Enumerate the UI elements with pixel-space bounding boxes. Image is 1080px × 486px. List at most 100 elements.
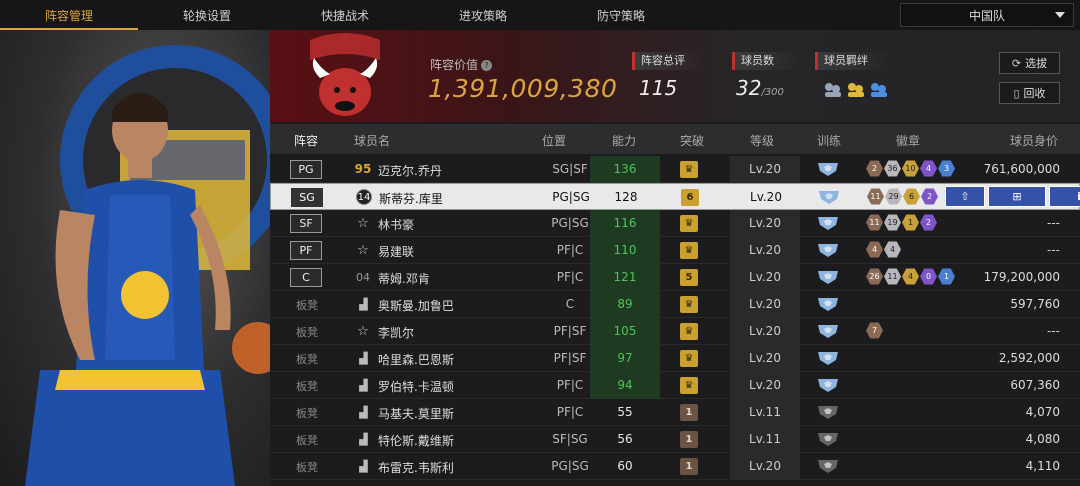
breakthrough-badge: 5: [680, 269, 698, 286]
top-nav: 阵容管理 轮换设置 快捷战术 进攻策略 防守策略 中国队: [0, 0, 1080, 30]
help-icon[interactable]: ?: [481, 60, 493, 71]
player-level: Lv.11: [730, 426, 800, 453]
player-salary: ---: [1047, 324, 1060, 338]
lineup-slot[interactable]: SF: [290, 214, 322, 233]
badge-medal: 3: [938, 160, 955, 177]
training-icon[interactable]: [817, 189, 841, 205]
player-count-label: 球员数: [732, 52, 802, 70]
player-name[interactable]: 布雷克.韦斯利: [378, 459, 454, 476]
badge-medal: 10: [902, 160, 919, 177]
table-row[interactable]: SF ☆ 林书豪 PG|SG 116 ♛ Lv.20 11 19 1 2 ---: [270, 210, 1080, 237]
signal-bars-icon: ▟: [359, 378, 367, 392]
player-name[interactable]: 李凯尔: [378, 324, 414, 341]
player-name[interactable]: 迈克尔.乔丹: [378, 162, 442, 179]
player-salary: ---: [1047, 216, 1060, 230]
badge-list: 26 11 4 0 1: [866, 268, 955, 285]
tab-rotation[interactable]: 轮换设置: [138, 0, 276, 30]
badge-medal: 6: [903, 188, 920, 205]
player-salary: 179,200,000: [983, 270, 1060, 284]
lineup-slot[interactable]: PF: [290, 241, 322, 260]
breakthrough-badge: 1: [680, 458, 698, 475]
row-actions: ⇧ ⊞ i: [945, 186, 1080, 207]
recycle-button[interactable]: ▯ 回收: [999, 82, 1060, 104]
table-row[interactable]: PG 95 迈克尔.乔丹 SG|SF 136 ♛ Lv.20 2 36 10 4 3 761,600,0…: [270, 156, 1080, 183]
player-ability: 97: [590, 345, 660, 372]
player-level: Lv.20: [730, 345, 800, 372]
training-icon[interactable]: [816, 296, 840, 312]
player-level: Lv.20: [730, 156, 800, 183]
lineup-slot[interactable]: SG: [291, 188, 323, 207]
player-name[interactable]: 斯蒂芬.库里: [379, 190, 443, 207]
player-salary: 597,760: [1010, 297, 1060, 311]
player-level: Lv.20: [750, 190, 782, 204]
training-icon[interactable]: [816, 404, 840, 420]
tab-offense[interactable]: 进攻策略: [414, 0, 552, 30]
table-row[interactable]: 板凳 ▟ 哈里森.巴恩斯 PF|SF 97 ♛ Lv.20 2,592,000: [270, 345, 1080, 372]
table-row[interactable]: SG 14 斯蒂芬.库里 PG|SG 128 6 Lv.20 11 29 6 2 ⇧ ⊞ i: [270, 183, 1080, 210]
select-button[interactable]: ⟳ 选拔: [999, 52, 1060, 74]
dumbbell-icon[interactable]: ⊞: [988, 186, 1046, 207]
training-icon[interactable]: [816, 431, 840, 447]
training-icon[interactable]: [816, 161, 840, 177]
badge-list: 11 29 6 2: [867, 188, 938, 205]
player-name[interactable]: 哈里森.巴恩斯: [378, 351, 454, 368]
badge-medal: 26: [866, 268, 883, 285]
bench-label: 板凳: [296, 299, 318, 312]
training-icon[interactable]: [816, 242, 840, 258]
badge-medal: 11: [884, 268, 901, 285]
star-icon: ☆: [357, 215, 369, 231]
tab-lineup[interactable]: 阵容管理: [0, 0, 138, 30]
table-row[interactable]: 板凳 ▟ 布雷克.韦斯利 PG|SG 60 1 Lv.20 4,110: [270, 453, 1080, 480]
header-position: 位置: [542, 134, 567, 148]
player-name[interactable]: 奥斯曼.加鲁巴: [378, 297, 454, 314]
table-row[interactable]: 板凳 ▟ 奥斯曼.加鲁巴 C 89 ♛ Lv.20 597,760: [270, 291, 1080, 318]
overall-value: 115: [639, 76, 678, 100]
badge-list: 11 19 1 2: [866, 214, 937, 231]
team-dropdown[interactable]: 中国队: [900, 3, 1074, 27]
train-action-button[interactable]: ⇧: [945, 186, 985, 207]
player-level: Lv.20: [730, 237, 800, 264]
table-row[interactable]: 板凳 ☆ 李凯尔 PF|SF 105 ♛ Lv.20 7 ---: [270, 318, 1080, 345]
training-icon[interactable]: [816, 323, 840, 339]
player-name[interactable]: 马基夫.莫里斯: [378, 405, 454, 422]
player-level: Lv.20: [730, 210, 800, 237]
player-ability: 105: [590, 318, 660, 345]
table-row[interactable]: 板凳 ▟ 马基夫.莫里斯 PF|C 55 1 Lv.11 4,070: [270, 399, 1080, 426]
table-row[interactable]: C 04 蒂姆.邓肯 PF|C 121 5 Lv.20 26 11 4 0 1 179,200,000: [270, 264, 1080, 291]
player-level: Lv.20: [730, 291, 800, 318]
training-icon[interactable]: [816, 377, 840, 393]
crown-icon: ♛: [680, 242, 698, 259]
player-ability: 56: [617, 432, 633, 446]
overall-label: 阵容总评: [632, 52, 702, 70]
badge-medal: 1: [902, 214, 919, 231]
player-name[interactable]: 林书豪: [378, 216, 414, 233]
training-icon[interactable]: [816, 350, 840, 366]
player-count: 32/300: [736, 76, 784, 100]
player-name[interactable]: 蒂姆.邓肯: [378, 270, 430, 287]
training-icon[interactable]: [816, 269, 840, 285]
tab-quick-tactics[interactable]: 快捷战术: [276, 0, 414, 30]
rank-badge: 14: [356, 189, 372, 205]
tab-defense[interactable]: 防守策略: [552, 0, 690, 30]
badge-medal: 1: [938, 268, 955, 285]
training-icon[interactable]: [816, 215, 840, 231]
table-row[interactable]: PF ☆ 易建联 PF|C 110 ♛ Lv.20 4 4 ---: [270, 237, 1080, 264]
table-row[interactable]: 板凳 ▟ 罗伯特.卡温顿 PF|C 94 ♛ Lv.20 607,360: [270, 372, 1080, 399]
chemistry-icons[interactable]: [822, 80, 892, 100]
lineup-slot[interactable]: C: [290, 268, 322, 287]
player-salary: 4,070: [1025, 405, 1060, 419]
bench-label: 板凳: [296, 380, 318, 393]
lineup-slot[interactable]: PG: [290, 160, 322, 179]
player-level: Lv.11: [730, 399, 800, 426]
player-name[interactable]: 易建联: [378, 243, 414, 260]
player-name[interactable]: 特伦斯.戴维斯: [378, 432, 454, 449]
signal-bars-icon: ▟: [359, 351, 367, 365]
table-row[interactable]: 板凳 ▟ 特伦斯.戴维斯 SF|SG 56 1 Lv.11 4,080: [270, 426, 1080, 453]
player-ability: 116: [590, 210, 660, 237]
info-icon[interactable]: i: [1049, 186, 1080, 207]
badge-medal: 0: [920, 268, 937, 285]
bench-label: 板凳: [296, 326, 318, 339]
player-name[interactable]: 罗伯特.卡温顿: [378, 378, 454, 395]
training-icon[interactable]: [816, 458, 840, 474]
breakthrough-badge: 1: [680, 404, 698, 421]
